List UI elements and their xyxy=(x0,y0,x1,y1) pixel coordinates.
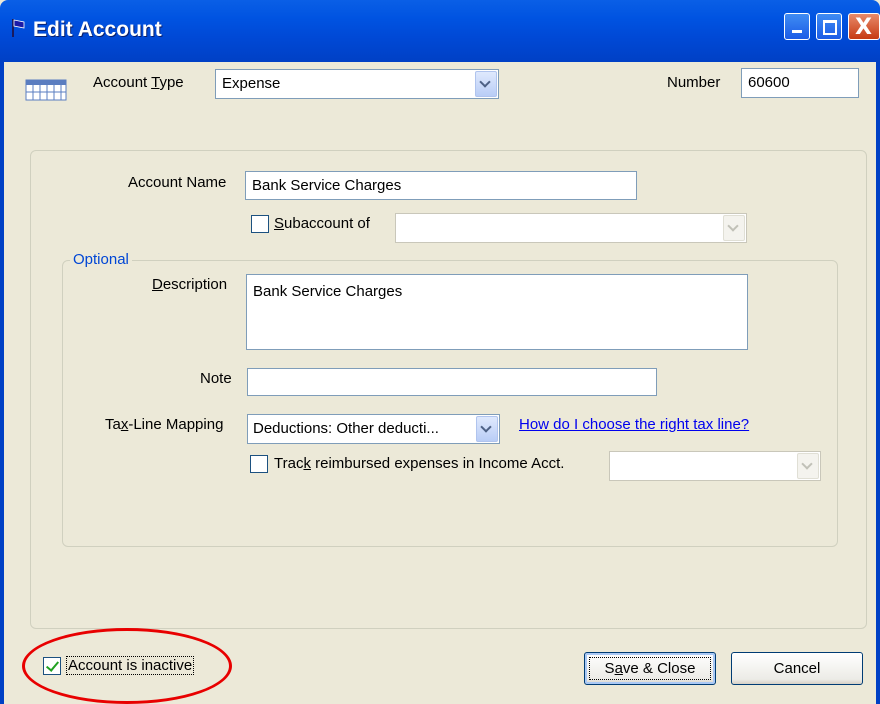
maximize-button[interactable] xyxy=(816,13,842,40)
tax-line-mapping-label: Tax-Line Mapping xyxy=(105,416,224,433)
track-reimbursed-label: Track reimbursed expenses in Income Acct… xyxy=(274,455,565,472)
note-field[interactable] xyxy=(247,368,657,396)
quickbooks-window-icon xyxy=(12,19,25,37)
close-button[interactable]: X xyxy=(848,13,880,40)
account-type-select[interactable]: Expense xyxy=(215,69,499,99)
window-title: Edit Account xyxy=(33,18,162,41)
window-frame-right xyxy=(876,62,880,704)
account-type-label: Account Type xyxy=(93,74,184,91)
account-type-value: Expense xyxy=(222,75,281,92)
close-icon: X xyxy=(855,15,872,40)
chevron-down-icon[interactable] xyxy=(476,416,498,442)
track-reimbursed-checkbox[interactable] xyxy=(250,455,268,473)
description-label: Description xyxy=(152,276,228,293)
number-field[interactable]: 60600 xyxy=(741,68,859,98)
description-field[interactable]: Bank Service Charges xyxy=(246,274,748,350)
note-label: Note xyxy=(200,370,232,387)
window-frame-left xyxy=(0,62,4,704)
subaccount-select[interactable] xyxy=(395,213,747,243)
tax-line-help-link[interactable]: How do I choose the right tax line? xyxy=(519,416,749,433)
tax-line-select[interactable]: Deductions: Other deducti... xyxy=(247,414,500,444)
track-income-account-select[interactable] xyxy=(609,451,821,481)
chevron-down-icon[interactable] xyxy=(797,453,819,479)
save-and-close-button[interactable]: Save & Close xyxy=(584,652,716,685)
minimize-button[interactable] xyxy=(784,13,810,40)
account-name-label: Account Name xyxy=(128,174,227,191)
subaccount-label: Subaccount of xyxy=(274,215,370,232)
account-register-icon xyxy=(25,79,67,101)
title-bar: Edit Account X xyxy=(0,0,880,62)
chevron-down-icon[interactable] xyxy=(475,71,497,97)
account-name-field[interactable]: Bank Service Charges xyxy=(245,171,637,200)
focus-rect xyxy=(589,657,711,680)
annotation-highlight-ring xyxy=(22,628,232,704)
cancel-button[interactable]: Cancel xyxy=(731,652,863,685)
number-label: Number xyxy=(667,74,721,91)
subaccount-checkbox[interactable] xyxy=(251,215,269,233)
chevron-down-icon[interactable] xyxy=(723,215,745,241)
optional-legend: Optional xyxy=(70,251,132,268)
